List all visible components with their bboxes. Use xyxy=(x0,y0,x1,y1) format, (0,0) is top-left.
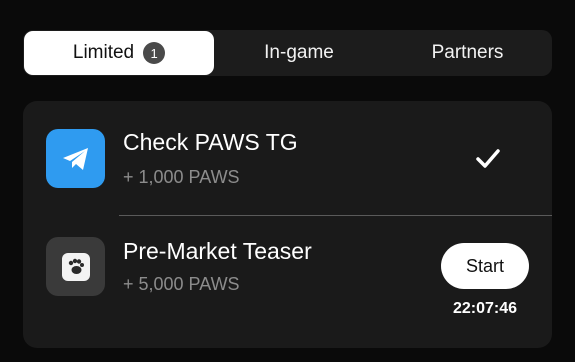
tab-limited[interactable]: Limited 1 xyxy=(24,31,214,75)
tab-partners[interactable]: Partners xyxy=(384,30,551,76)
task-reward: + 1,000 PAWS xyxy=(123,167,240,187)
tab-limited-label: Limited xyxy=(72,42,135,63)
task-item-check-paws-tg[interactable]: Check PAWS TG + 1,000 PAWS xyxy=(23,101,552,216)
task-item-pre-market-teaser[interactable]: Pre-Market Teaser + 5,000 PAWS Start 22:… xyxy=(23,217,552,332)
task-list-card: Check PAWS TG + 1,000 PAWS Pre-Market Te… xyxy=(23,101,552,348)
task-title: Pre-Market Teaser xyxy=(123,238,312,264)
paw-icon xyxy=(46,237,105,296)
start-button[interactable]: Start xyxy=(441,243,529,289)
tab-in-game-label: In-game xyxy=(264,42,334,63)
tab-limited-count-badge: 1 xyxy=(143,42,166,64)
tab-in-game[interactable]: In-game xyxy=(214,30,384,76)
telegram-icon xyxy=(46,129,105,188)
countdown-timer: 22:07:46 xyxy=(452,300,518,317)
task-title: Check PAWS TG xyxy=(123,129,298,155)
tasks-screen: Limited 1 In-game Partners Check PAWS TG… xyxy=(0,0,575,362)
checkmark-icon xyxy=(475,148,501,175)
task-divider xyxy=(119,215,552,216)
tab-partners-label: Partners xyxy=(431,42,504,63)
tab-bar: Limited 1 In-game Partners xyxy=(23,30,552,76)
task-reward: + 5,000 PAWS xyxy=(123,274,240,294)
